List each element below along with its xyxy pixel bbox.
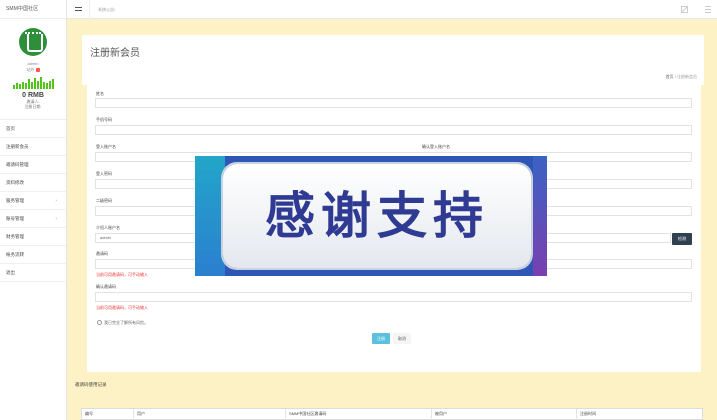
sidebar-item-services[interactable]: 服务管理 › [0, 192, 66, 210]
sidebar-item-transfers[interactable]: 帐务流转 [0, 246, 66, 264]
confirm-invite-code-label: 确认邀请码 [96, 284, 116, 289]
name-label: 姓名 [96, 91, 104, 96]
sidebar-item-label: 注册新会员 [6, 144, 29, 149]
login-name-label: 登入账户名 [96, 144, 116, 149]
activity-bar [48, 81, 51, 89]
activity-bar [36, 81, 39, 89]
sidebar-item-label: 财务管理 [6, 234, 24, 239]
status-dot-icon [35, 67, 40, 72]
hamburger-menu-icon[interactable] [75, 5, 82, 14]
column-header: 用户 [134, 409, 286, 420]
agree-checkbox[interactable] [97, 320, 102, 326]
invite-code-hint: 当前可用邀请码，可手动输入 [96, 272, 148, 277]
banner-panel: 感谢支持 [223, 164, 531, 268]
sidebar-item-label: 退出 [6, 270, 15, 275]
phone-field[interactable] [95, 125, 692, 135]
verify-button[interactable]: 检测 [672, 233, 692, 245]
secondary-password-label: 二级密码 [96, 198, 112, 203]
page-header: 注册新会员 首页 / 注册新会员 [82, 35, 704, 85]
page-title: 注册新会员 [90, 48, 140, 59]
activity-bar [24, 83, 27, 89]
phone-label: 手机号码 [96, 117, 112, 122]
activity-bars [10, 77, 56, 89]
profile-panel: admin 站外 0 RMB 邀请人: 注册日期: [0, 19, 66, 120]
agree-row[interactable]: 我已完全了解所有风险。 [97, 320, 148, 326]
brand-title[interactable]: SMM中国社区 [0, 0, 66, 19]
column-header: 注册时间 [580, 411, 596, 416]
profile-status-label: 站外 [26, 67, 35, 72]
banner-text: 感谢支持 [265, 187, 489, 245]
activity-bar [15, 83, 18, 89]
invite-records-table-header: 编号 用户 SMM中国社区邀请码 被用户 注册时间 [81, 408, 703, 420]
sidebar-item-label: 帐务流转 [6, 252, 24, 257]
column-header: SMM中国社区邀请码 [286, 409, 432, 420]
sidebar-item-finance[interactable]: 财务管理 [0, 228, 66, 246]
activity-bar [27, 79, 30, 89]
chevron-right-icon: › [55, 216, 57, 222]
activity-bar [30, 82, 33, 89]
submit-button[interactable]: 注册 [372, 333, 390, 344]
invite-records-title: 邀请码使用记录 [75, 382, 107, 387]
banner-right-strip [533, 156, 547, 276]
sidebar-item-profile-edit[interactable]: 资料修改 [0, 174, 66, 192]
topbar-divider [89, 0, 90, 19]
activity-bar [45, 83, 48, 89]
sidebar-item-label: 首页 [6, 126, 15, 131]
name-field[interactable] [95, 98, 692, 108]
thanks-banner: 感谢支持 [195, 156, 547, 276]
breadcrumb-current: 注册新会员 [677, 74, 697, 79]
profile-username: admin [27, 61, 39, 66]
password-label: 登入密码 [96, 171, 112, 176]
breadcrumb-home[interactable]: 首页 [666, 74, 674, 79]
sidebar-nav: 首页 注册新会员 邀请码管理 资料修改 服务管理 › 账号管理 › 财务管理 帐务流… [0, 120, 66, 282]
profile-balance: 0 RMB [22, 92, 44, 99]
profile-status: 站外 [0, 67, 66, 73]
cancel-button[interactable]: 取消 [393, 333, 411, 344]
activity-bar [51, 79, 54, 89]
chevron-right-icon: › [55, 198, 57, 204]
activity-bar [33, 78, 36, 89]
sidebar: SMM中国社区 admin 站外 0 RMB 邀请人: 注册日期: 首页 注册新… [0, 0, 67, 420]
sidebar-item-accounts[interactable]: 账号管理 › [0, 210, 66, 228]
activity-bar [21, 82, 24, 89]
system-notice[interactable]: 系统公告! [98, 7, 115, 13]
avatar[interactable] [19, 28, 47, 56]
list-icon[interactable] [705, 6, 711, 13]
breadcrumb-separator: / [674, 74, 676, 79]
activity-bar [12, 85, 15, 89]
confirm-invite-code-field[interactable] [95, 292, 692, 302]
sidebar-item-home[interactable]: 首页 [0, 120, 66, 138]
sidebar-item-label: 资料修改 [6, 180, 24, 185]
column-header: 编号 [82, 409, 134, 420]
sidebar-item-logout[interactable]: 退出 [0, 264, 66, 282]
breadcrumb: 首页 / 注册新会员 [666, 74, 697, 80]
activity-bar [39, 77, 42, 89]
agree-text: 我已完全了解所有风险。 [104, 320, 148, 325]
sidebar-item-label: 邀请码管理 [6, 162, 29, 167]
referrer-label: 介绍人账户名 [96, 225, 120, 230]
confirm-invite-code-hint: 当前可用邀请码，可手动输入 [96, 305, 148, 310]
banner-left-strip [195, 156, 225, 276]
fullscreen-icon[interactable] [681, 6, 688, 13]
sidebar-item-register[interactable]: 注册新会员 [0, 138, 66, 156]
top-bar: 系统公告! [67, 0, 717, 19]
sidebar-item-label: 服务管理 [6, 198, 24, 203]
sidebar-item-invite-codes[interactable]: 邀请码管理 [0, 156, 66, 174]
activity-bar [18, 84, 21, 89]
profile-register-date: 注册日期: [24, 104, 42, 109]
sidebar-item-label: 账号管理 [6, 216, 24, 221]
confirm-login-name-label: 确认登入账户名 [422, 144, 450, 149]
invite-code-label: 邀请码 [96, 251, 108, 256]
column-header: 被用户 [432, 409, 577, 420]
activity-bar [42, 82, 45, 89]
